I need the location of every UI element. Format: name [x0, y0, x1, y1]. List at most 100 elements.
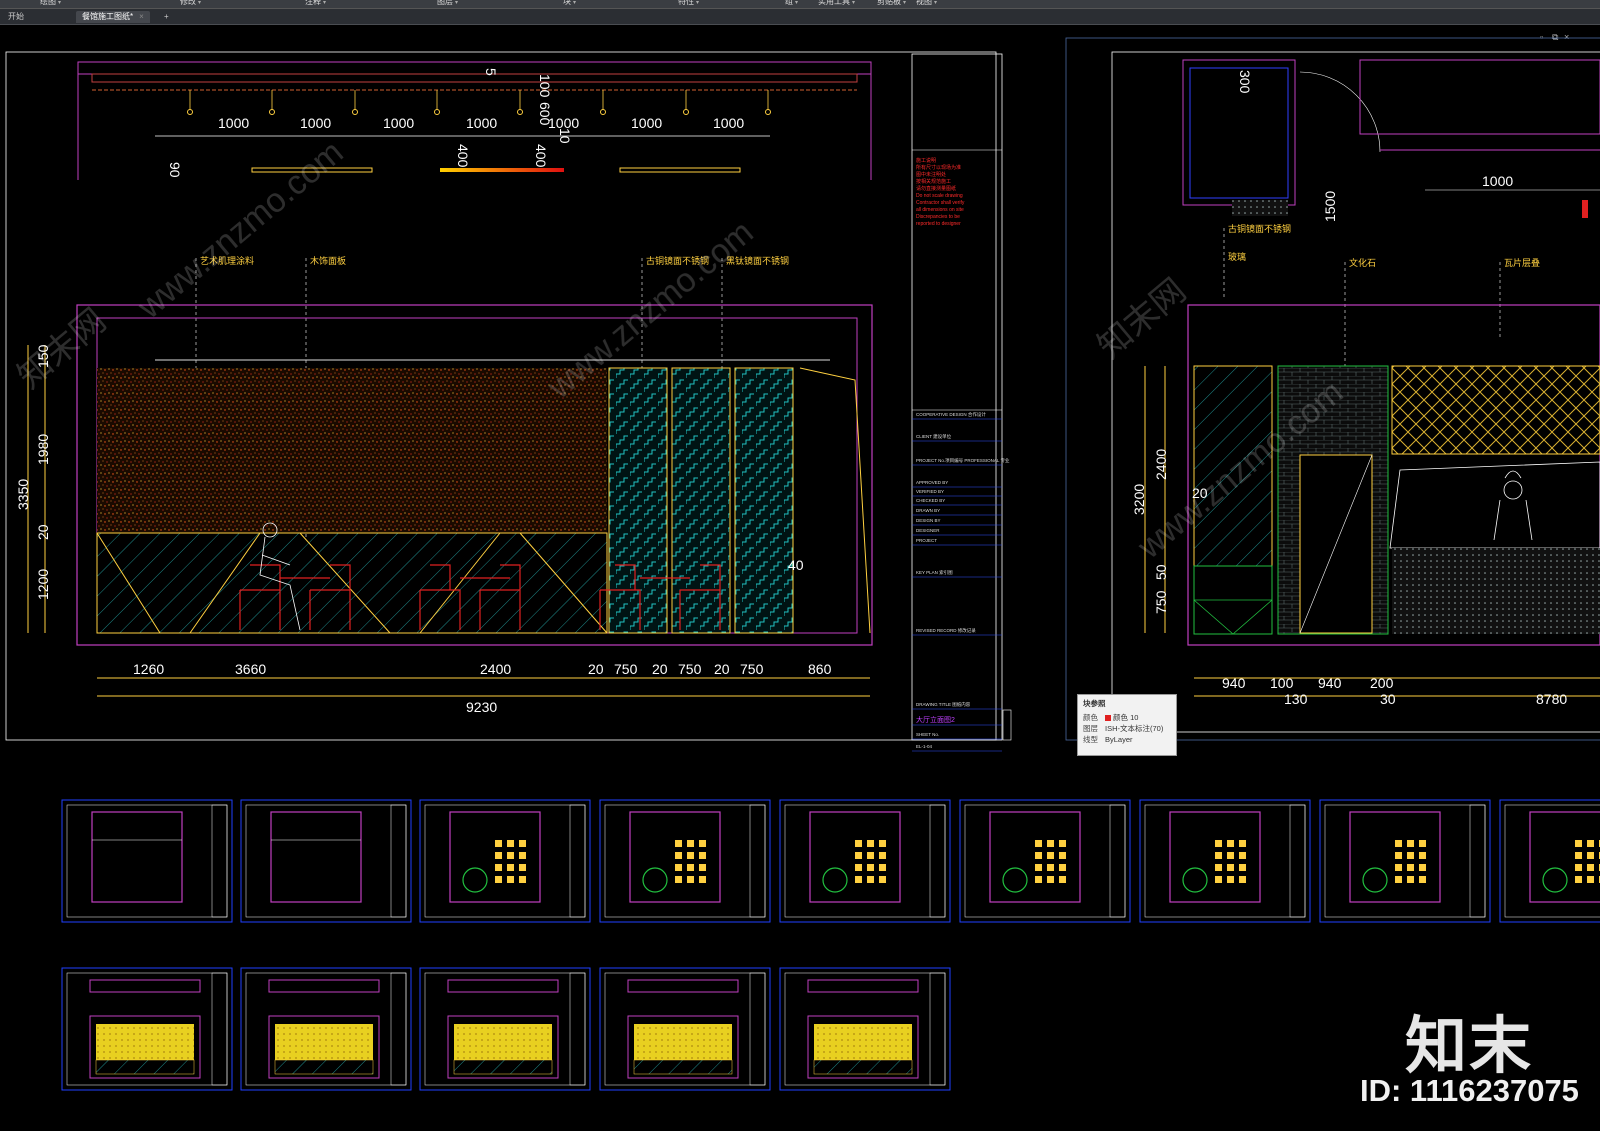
dim-label: 940	[1318, 675, 1342, 691]
dim-label: 400	[455, 144, 471, 168]
thumbnail-frame	[1139, 799, 1311, 923]
chevron-down-icon[interactable]: ▾	[573, 0, 576, 6]
table-block	[879, 852, 886, 859]
table-block	[1587, 876, 1594, 883]
ribbon-panel-3[interactable]: 图层 ▾	[437, 0, 458, 8]
ceiling-dimensions: 1000 1000 1000 1000 1000 1000 1000	[218, 115, 744, 131]
chevron-down-icon[interactable]: ▾	[58, 0, 61, 6]
ribbon-panel-0[interactable]: 绘图 ▾	[40, 0, 61, 8]
chevron-down-icon[interactable]: ▾	[903, 0, 906, 6]
pendant-markers	[187, 90, 771, 115]
dim-label: 1000	[713, 115, 744, 131]
layout-thumbnail[interactable]	[959, 799, 1131, 923]
elev-finish	[275, 1024, 373, 1060]
table-block	[495, 852, 502, 859]
watermark-site: 知末网	[1091, 271, 1194, 366]
chevron-down-icon[interactable]: ▾	[934, 0, 937, 6]
chevron-down-icon[interactable]: ▾	[198, 0, 201, 6]
layout-thumbnail[interactable]	[599, 967, 771, 1091]
layout-thumbnail[interactable]	[1319, 799, 1491, 923]
color-swatch	[1105, 715, 1111, 722]
pendant-light-icon	[269, 109, 275, 115]
callout-label: 玻璃	[1228, 251, 1246, 262]
note-line: Do not scale drawing	[916, 193, 963, 199]
thumbnail-frame	[599, 799, 771, 923]
drawing-canvas[interactable]: 1000 1000 1000 1000 1000 1000 1000 5 100 600 1…	[0, 25, 1600, 1131]
dim-label: 3660	[235, 661, 266, 677]
dim-label: 50	[1153, 564, 1169, 580]
layout-thumbnail[interactable]	[1499, 799, 1600, 923]
close-tab-icon[interactable]: ×	[139, 12, 144, 21]
tab-start[interactable]: 开始	[2, 11, 30, 23]
note-line: 所有尺寸以现场为准	[916, 164, 961, 171]
layout-thumbnail[interactable]	[240, 799, 412, 923]
properties-tooltip: 块参照 颜色 颜色 10 图层 ISH-文本标注(70) 线型 ByLayer	[1077, 694, 1177, 756]
chevron-down-icon[interactable]: ▾	[323, 0, 326, 6]
ribbon-panel-9[interactable]: 视图 ▾	[916, 0, 937, 8]
layout-thumbnail[interactable]	[779, 967, 951, 1091]
layout-thumbnail[interactable]	[419, 967, 591, 1091]
ribbon-panel-label: 实用工具	[818, 0, 850, 6]
ribbon-panel-8[interactable]: 剪贴板 ▾	[877, 0, 906, 8]
table-block	[1215, 840, 1222, 847]
textured-paint-panel	[97, 368, 607, 533]
ribbon-panel-5[interactable]: 特性 ▾	[678, 0, 699, 8]
layout-thumbnail[interactable]	[61, 799, 233, 923]
table-block	[675, 852, 682, 859]
table-block	[1239, 840, 1246, 847]
table-block	[1395, 840, 1402, 847]
dim-label: 2400	[480, 661, 511, 677]
table-block	[519, 852, 526, 859]
dim-label: 1980	[35, 434, 51, 465]
dim-label: 100	[1270, 675, 1294, 691]
tooltip-key: 线型	[1083, 735, 1098, 744]
dim-label: 1260	[133, 661, 164, 677]
ribbon-panel-2[interactable]: 注释 ▾	[305, 0, 326, 8]
table-block	[1047, 864, 1054, 871]
elev-finish	[454, 1024, 552, 1060]
table-block	[1047, 840, 1054, 847]
dim-label: 3350	[15, 479, 31, 510]
title-block-text: EL-1-04	[916, 744, 933, 749]
new-tab-button[interactable]: +	[158, 11, 175, 23]
ribbon-panel-6[interactable]: 组 ▾	[785, 0, 798, 8]
chevron-down-icon[interactable]: ▾	[455, 0, 458, 6]
tab-active-drawing[interactable]: 餐馆施工图纸* ×	[76, 11, 150, 23]
table-block	[1035, 864, 1042, 871]
layout-thumbnail[interactable]	[599, 799, 771, 923]
layout-thumbnail[interactable]	[240, 967, 412, 1091]
ribbon-panel-1[interactable]: 修改 ▾	[180, 0, 201, 8]
table-block	[1575, 876, 1582, 883]
chevron-down-icon[interactable]: ▾	[696, 0, 699, 6]
table-block	[1215, 864, 1222, 871]
dim-label: 600	[537, 102, 553, 126]
title-block-text: CLIENT 建设单位	[916, 433, 952, 440]
title-block-text: SHEET No.	[916, 732, 939, 737]
ribbon-toolbar: 绘图 ▾ 修改 ▾ 注释 ▾ 图层 ▾ 块 ▾ 特性 ▾ 组 ▾ 实用工具 ▾ 剪贴板 ▾ 视图 ▾	[0, 0, 1600, 9]
chevron-down-icon[interactable]: ▾	[795, 0, 798, 6]
dim-label: 1000	[1482, 173, 1513, 189]
ribbon-panel-7[interactable]: 实用工具 ▾	[818, 0, 855, 8]
layout-thumbnail[interactable]	[419, 799, 591, 923]
layout-thumbnail[interactable]	[1139, 799, 1311, 923]
dim-label: 100	[537, 74, 553, 98]
table-block	[1395, 876, 1402, 883]
layout-thumbnail[interactable]	[61, 967, 233, 1091]
dim-label: 750	[1153, 590, 1169, 614]
title-block-rows: COOPERATIVE DESIGN 合作设计 CLIENT 建设单位 PROJEC…	[912, 411, 1010, 752]
table-block	[687, 864, 694, 871]
table-block	[1575, 864, 1582, 871]
pendant-light-icon	[434, 109, 440, 115]
note-line: Contractor shall verify	[916, 200, 965, 206]
pendant-light-icon	[187, 109, 193, 115]
pendant-light-icon	[600, 109, 606, 115]
table-block	[855, 852, 862, 859]
tab-start-label: 开始	[8, 12, 24, 21]
left-sheet: 1000 1000 1000 1000 1000 1000 1000 5 100 600 1…	[5, 51, 1012, 752]
dim-label: 200	[1370, 675, 1394, 691]
dim-label: 860	[808, 661, 832, 677]
right-bottom-dims: 940 100 940 200 130 30 8780	[1194, 675, 1600, 707]
ribbon-panel-4[interactable]: 块 ▾	[563, 0, 576, 8]
layout-thumbnail[interactable]	[779, 799, 951, 923]
chevron-down-icon[interactable]: ▾	[852, 0, 855, 6]
